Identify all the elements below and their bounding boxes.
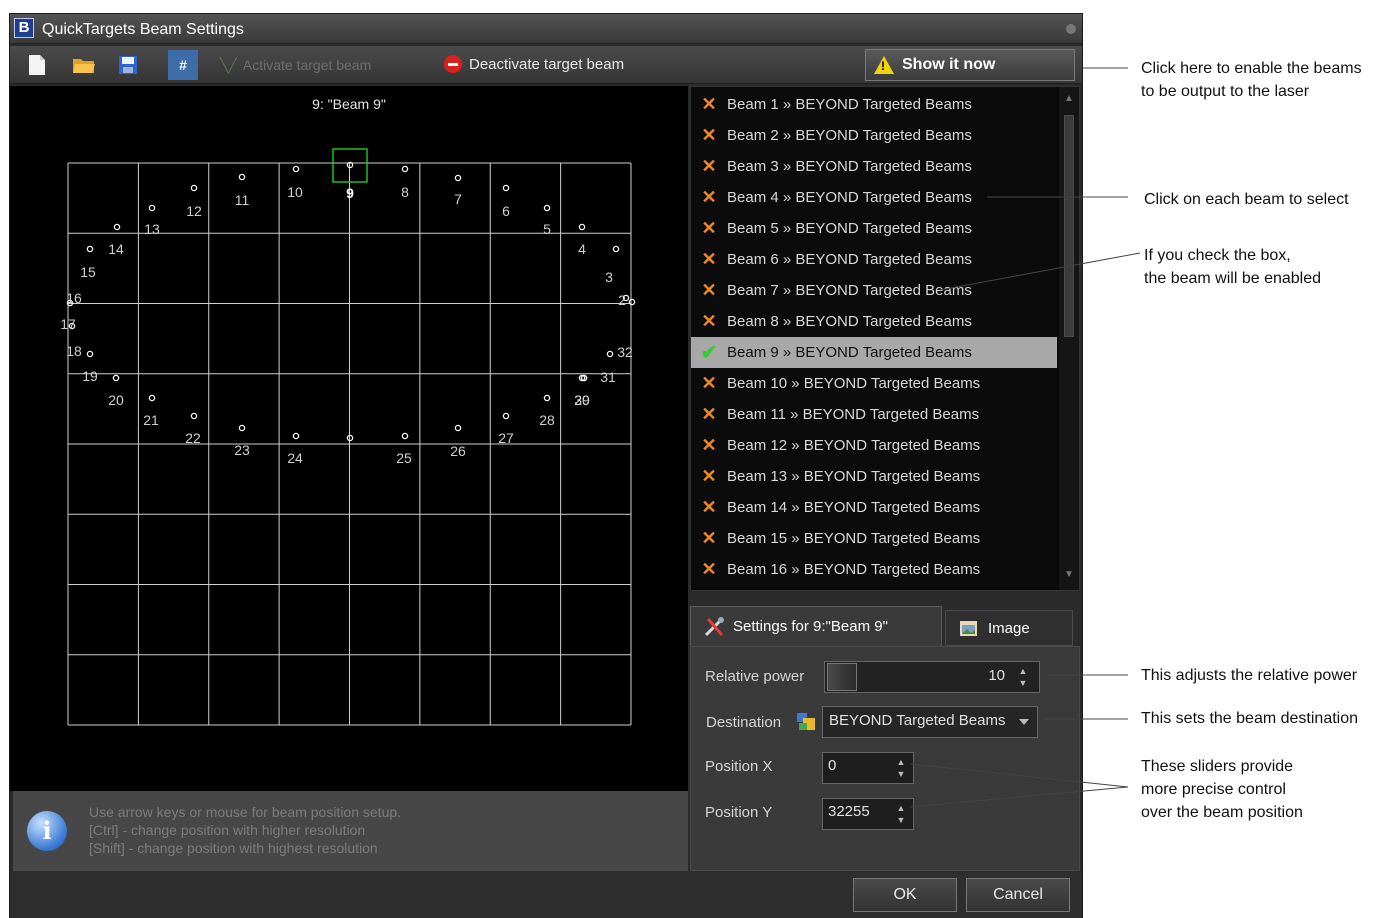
annotation-position-3: over the beam position: [1141, 804, 1303, 821]
annotation-destination: This sets the beam destination: [1141, 710, 1359, 727]
annotation-check-2: the beam will be enabled: [1144, 270, 1322, 287]
annotation-power: This adjusts the relative power: [1141, 667, 1358, 684]
annotation-show-1: Click here to enable the beams: [1141, 60, 1362, 77]
annotation-select: Click on each beam to select: [1144, 191, 1349, 208]
annotation-position-2: more precise control: [1141, 781, 1286, 798]
annotation-position-1: These sliders provide: [1141, 758, 1294, 775]
annotation-check-1: If you check the box,: [1144, 247, 1291, 264]
annotation-show-2: to be output to the laser: [1141, 83, 1310, 100]
